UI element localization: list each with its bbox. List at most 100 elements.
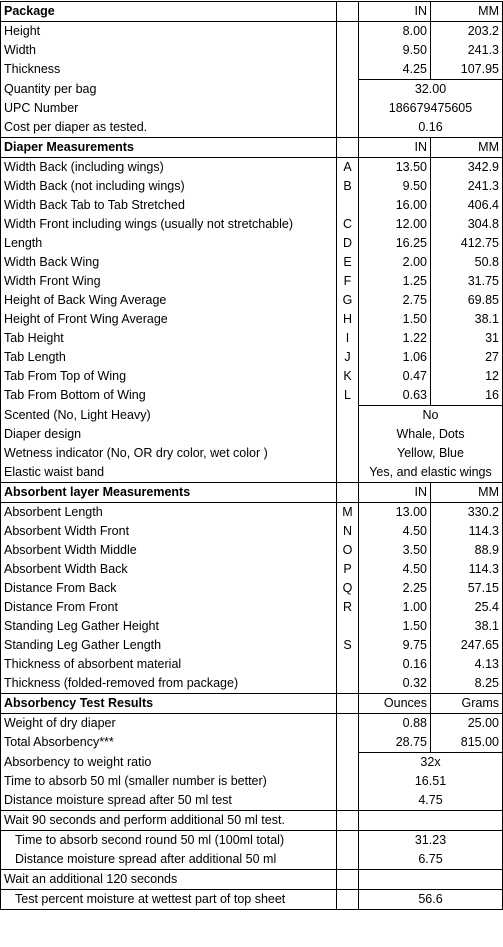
section-header: Absorbent layer Measurements IN MM bbox=[0, 482, 503, 503]
instruction-text: Wait 90 seconds and perform additional 5… bbox=[0, 810, 337, 831]
value-mm: 203.2 bbox=[430, 21, 503, 41]
value-mm: 25.4 bbox=[430, 598, 503, 617]
test-label: Test percent moisture at wettest part of… bbox=[0, 889, 337, 910]
merged-value: No bbox=[358, 405, 503, 425]
value-in: 1.50 bbox=[358, 310, 431, 329]
measurement-label: Width Front Wing bbox=[0, 272, 337, 291]
value-mm: 406.4 bbox=[430, 196, 503, 215]
letter-cell bbox=[336, 830, 359, 850]
measurement-letter: G bbox=[336, 291, 359, 310]
value-mm: 304.8 bbox=[430, 215, 503, 234]
value-mm: 815.00 bbox=[430, 733, 503, 753]
measurement-row: Length D 16.25 412.75 bbox=[0, 234, 503, 253]
row-label: Absorbency to weight ratio bbox=[0, 752, 337, 772]
measurement-row: Absorbent Width Front N 4.50 114.3 bbox=[0, 522, 503, 541]
value-in: 1.00 bbox=[358, 598, 431, 617]
value-in: 4.50 bbox=[358, 560, 431, 579]
measurement-letter bbox=[336, 41, 359, 60]
measurement-letter bbox=[336, 196, 359, 215]
value-in: 0.16 bbox=[358, 655, 431, 674]
value-in: 8.00 bbox=[358, 21, 431, 41]
measurement-row: Width Back Wing E 2.00 50.8 bbox=[0, 253, 503, 272]
value-mm: 69.85 bbox=[430, 291, 503, 310]
value-mm: 114.3 bbox=[430, 522, 503, 541]
measurement-letter: F bbox=[336, 272, 359, 291]
row-label: Wetness indicator (No, OR dry color, wet… bbox=[0, 444, 337, 463]
value-mm: 412.75 bbox=[430, 234, 503, 253]
value-mm: 16 bbox=[430, 386, 503, 406]
section-title: Absorbency Test Results bbox=[0, 693, 337, 714]
measurement-label: Tab From Top of Wing bbox=[0, 367, 337, 386]
measurement-letter: B bbox=[336, 177, 359, 196]
value-in: 1.06 bbox=[358, 348, 431, 367]
measurement-label: Total Absorbency*** bbox=[0, 733, 337, 753]
unit-header-1: IN bbox=[358, 137, 431, 158]
value-in: 2.25 bbox=[358, 579, 431, 598]
value-in: 28.75 bbox=[358, 733, 431, 753]
measurement-label: Absorbent Length bbox=[0, 502, 337, 522]
measurement-row: Tab From Bottom of Wing L 0.63 16 bbox=[0, 386, 503, 406]
letter-cell bbox=[336, 79, 359, 99]
measurement-row: Tab Length J 1.06 27 bbox=[0, 348, 503, 367]
measurement-label: Standing Leg Gather Height bbox=[0, 617, 337, 636]
measurement-row: Height of Back Wing Average G 2.75 69.85 bbox=[0, 291, 503, 310]
unit-header-1: Ounces bbox=[358, 693, 431, 714]
merged-row: Distance moisture spread after 50 ml tes… bbox=[0, 791, 503, 811]
letter-cell bbox=[336, 889, 359, 910]
measurement-letter: N bbox=[336, 522, 359, 541]
test-value: 6.75 bbox=[358, 850, 503, 870]
letter-cell bbox=[336, 444, 359, 463]
value-in: 13.00 bbox=[358, 502, 431, 522]
measurement-label: Absorbent Width Middle bbox=[0, 541, 337, 560]
row-label: Diaper design bbox=[0, 425, 337, 444]
merged-value: 16.51 bbox=[358, 772, 503, 791]
letter-cell bbox=[336, 791, 359, 811]
measurement-letter bbox=[336, 674, 359, 694]
measurement-label: Weight of dry diaper bbox=[0, 713, 337, 733]
measurement-label: Height of Back Wing Average bbox=[0, 291, 337, 310]
row-label: Cost per diaper as tested. bbox=[0, 118, 337, 138]
measurement-row: Absorbent Width Back P 4.50 114.3 bbox=[0, 560, 503, 579]
merged-row: Scented (No, Light Heavy) No bbox=[0, 405, 503, 425]
measurement-letter: O bbox=[336, 541, 359, 560]
measurement-row: Total Absorbency*** 28.75 815.00 bbox=[0, 733, 503, 753]
value-in: 9.50 bbox=[358, 177, 431, 196]
value-mm: 114.3 bbox=[430, 560, 503, 579]
merged-row: Elastic waist band Yes, and elastic wings bbox=[0, 463, 503, 483]
measurement-letter: A bbox=[336, 157, 359, 177]
value-mm: 25.00 bbox=[430, 713, 503, 733]
value-mm: 27 bbox=[430, 348, 503, 367]
section-title: Absorbent layer Measurements bbox=[0, 482, 337, 503]
measurement-label: Width Front including wings (usually not… bbox=[0, 215, 337, 234]
measurement-label: Thickness of absorbent material bbox=[0, 655, 337, 674]
row-label: Distance moisture spread after 50 ml tes… bbox=[0, 791, 337, 811]
measurement-label: Height bbox=[0, 21, 337, 41]
row-label: UPC Number bbox=[0, 99, 337, 118]
letter-cell bbox=[336, 137, 359, 158]
merged-value: Yellow, Blue bbox=[358, 444, 503, 463]
value-mm: 38.1 bbox=[430, 617, 503, 636]
test-label: Time to absorb second round 50 ml (100ml… bbox=[0, 830, 337, 850]
measurement-row: Width Back (including wings) A 13.50 342.9 bbox=[0, 157, 503, 177]
measurement-letter: P bbox=[336, 560, 359, 579]
value-mm: 8.25 bbox=[430, 674, 503, 694]
measurement-label: Thickness (folded-removed from package) bbox=[0, 674, 337, 694]
merged-value: 186679475605 bbox=[358, 99, 503, 118]
measurement-letter bbox=[336, 617, 359, 636]
value-in: 16.00 bbox=[358, 196, 431, 215]
letter-cell bbox=[336, 463, 359, 483]
letter-cell bbox=[336, 869, 359, 890]
measurement-row: Height of Front Wing Average H 1.50 38.1 bbox=[0, 310, 503, 329]
merged-row: Absorbency to weight ratio 32x bbox=[0, 752, 503, 772]
value-in: 1.50 bbox=[358, 617, 431, 636]
value-in: 0.88 bbox=[358, 713, 431, 733]
value-in: 12.00 bbox=[358, 215, 431, 234]
section-title: Diaper Measurements bbox=[0, 137, 337, 158]
value-in: 2.00 bbox=[358, 253, 431, 272]
value-mm: 31 bbox=[430, 329, 503, 348]
measurement-letter: Q bbox=[336, 579, 359, 598]
letter-cell bbox=[336, 99, 359, 118]
measurement-letter: S bbox=[336, 636, 359, 655]
measurement-letter: H bbox=[336, 310, 359, 329]
measurement-row: Distance From Front R 1.00 25.4 bbox=[0, 598, 503, 617]
